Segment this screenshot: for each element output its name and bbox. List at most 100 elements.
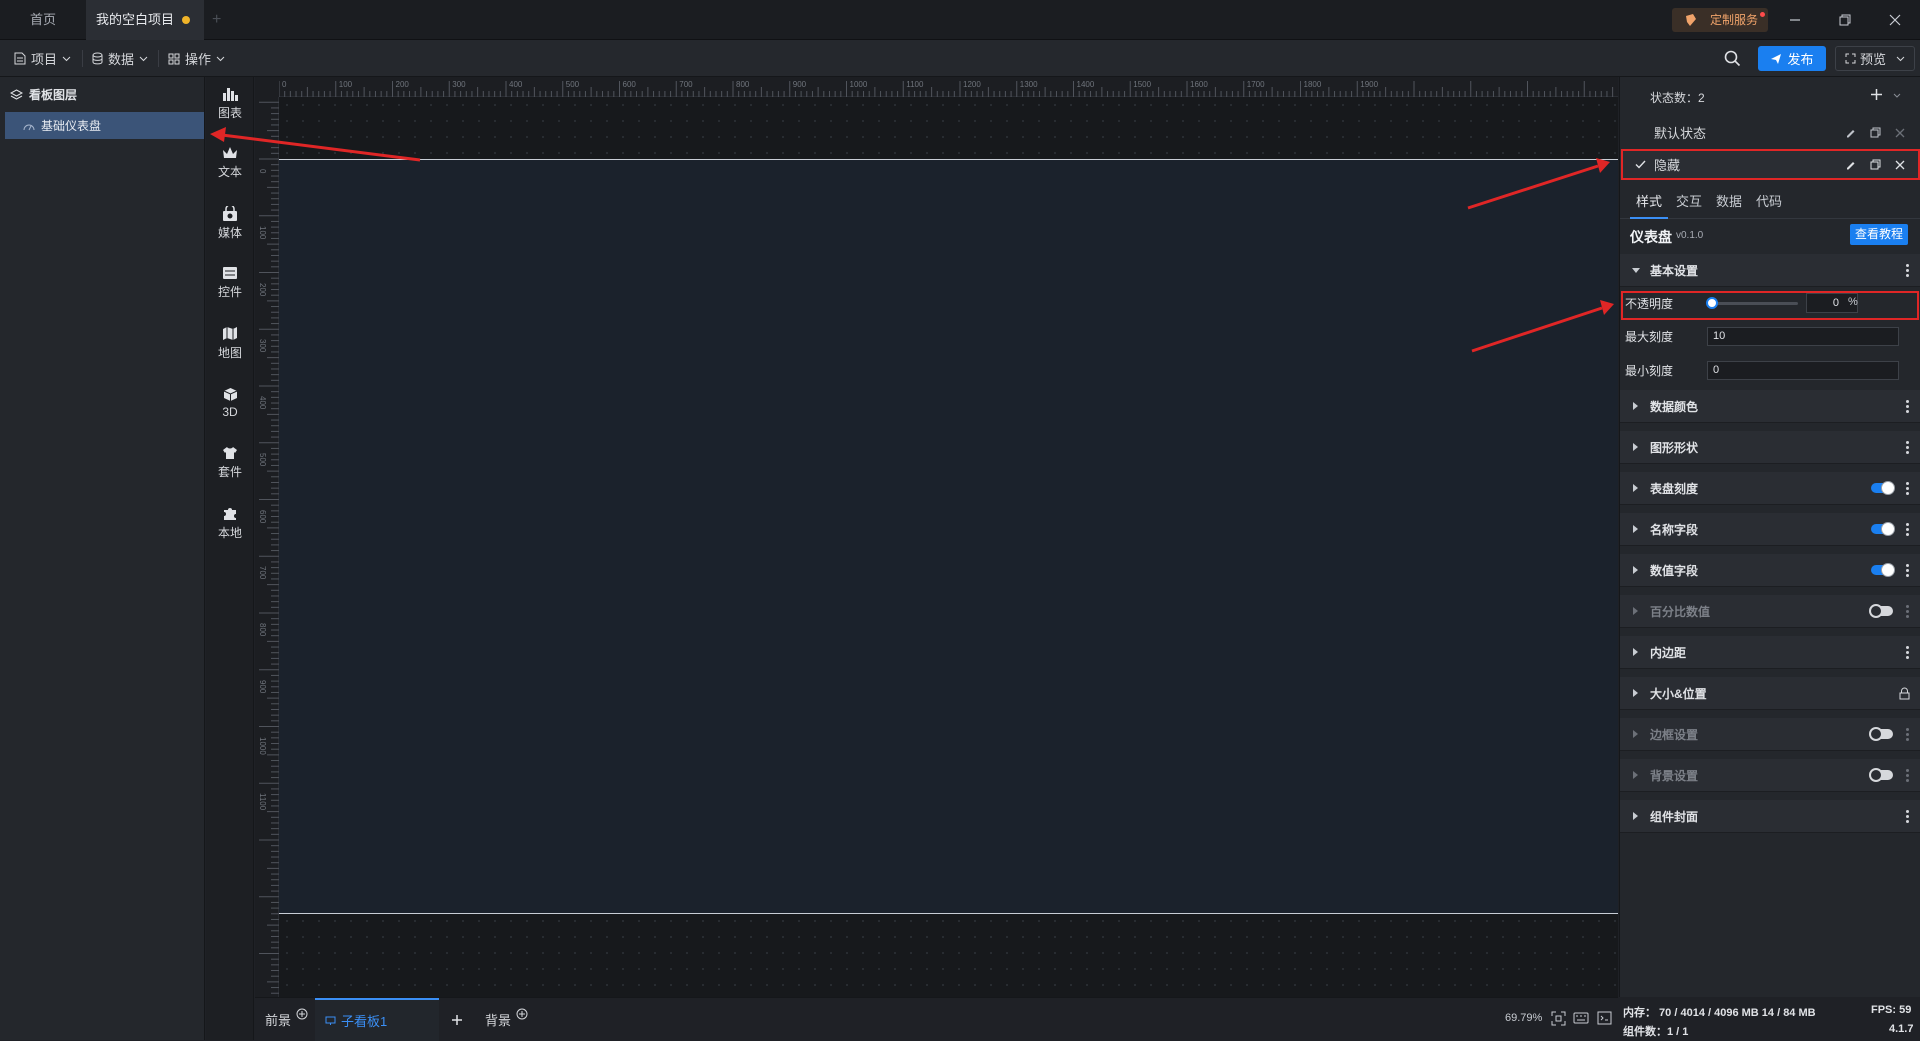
canvas-area[interactable]: 0 100 200 300 400 500 600 700 800 900 1000 1100 1200… (255, 77, 1618, 997)
add-board-button[interactable] (451, 998, 463, 1041)
category-text[interactable]: 文本 (206, 137, 254, 189)
tab-home[interactable]: 首页 (0, 0, 86, 40)
add-state-plus-icon[interactable] (1870, 88, 1883, 101)
section-9[interactable]: 边框设置 (1620, 718, 1920, 751)
caret-right-icon (1633, 771, 1638, 779)
tab-interaction[interactable]: 交互 (1676, 187, 1702, 219)
search-icon[interactable] (1724, 50, 1741, 67)
edit-icon[interactable] (1845, 127, 1856, 138)
add-circle-icon[interactable] (516, 1008, 528, 1020)
add-circle-icon[interactable] (296, 1008, 308, 1020)
category-media[interactable]: 媒体 (206, 197, 254, 249)
section-toggle[interactable] (1869, 604, 1893, 618)
category-kit[interactable]: 套件 (206, 437, 254, 489)
keyboard-icon[interactable] (1573, 1012, 1589, 1024)
section-toggle[interactable] (1871, 522, 1895, 536)
section-6[interactable]: 百分比数值 (1620, 595, 1920, 628)
toggle-knob (1869, 768, 1883, 782)
ruler-label: 1400 (1076, 80, 1095, 89)
section-label: 背景设置 (1650, 768, 1699, 783)
category-local[interactable]: 本地 (206, 497, 254, 549)
component-version: v0.1.0 (1676, 230, 1704, 241)
tab-data[interactable]: 数据 (1716, 187, 1742, 219)
more-vertical-icon[interactable] (1906, 727, 1909, 741)
section-toggle[interactable] (1869, 768, 1893, 782)
more-vertical-icon[interactable] (1906, 263, 1909, 277)
ruler-label: 400 (258, 396, 267, 410)
more-vertical-icon[interactable] (1906, 645, 1909, 659)
more-vertical-icon[interactable] (1906, 522, 1909, 536)
state-row-default[interactable]: 默认状态 (1620, 117, 1920, 148)
tab-project-label: 我的空白项目 (96, 12, 175, 27)
fit-screen-icon[interactable] (1551, 1011, 1566, 1026)
custom-service-label: 定制服务 (1710, 13, 1759, 27)
section-toggle[interactable] (1869, 727, 1893, 741)
more-vertical-icon[interactable] (1906, 768, 1909, 782)
close-icon (1889, 14, 1901, 26)
view-tutorial-button[interactable]: 查看教程 (1850, 224, 1908, 245)
tab-sub-board-1[interactable]: 子看板1 (315, 998, 439, 1041)
section-4[interactable]: 名称字段 (1620, 513, 1920, 546)
section-toggle[interactable] (1871, 563, 1895, 577)
section-toggle[interactable] (1871, 481, 1895, 495)
section-11[interactable]: 组件封面 (1620, 800, 1920, 833)
max-scale-row: 最大刻度 10 (1620, 322, 1920, 350)
publish-button[interactable]: 发布 (1758, 46, 1826, 71)
section-2[interactable]: 图形形状 (1620, 431, 1920, 464)
more-vertical-icon[interactable] (1906, 440, 1909, 454)
minimize-button[interactable] (1772, 0, 1818, 40)
max-scale-input[interactable]: 10 (1707, 327, 1899, 346)
tab-code[interactable]: 代码 (1756, 187, 1782, 219)
terminal-icon[interactable] (1597, 1011, 1612, 1025)
section-3[interactable]: 表盘刻度 (1620, 472, 1920, 505)
close-window-button[interactable] (1872, 0, 1918, 40)
ruler-label: 1100 (906, 80, 924, 89)
caret-right-icon (1633, 402, 1638, 410)
new-tab-plus-icon[interactable]: + (212, 12, 221, 28)
category-chart[interactable]: 图表 (206, 77, 254, 129)
ruler-label: 1800 (1303, 80, 1322, 89)
section-7[interactable]: 内边距 (1620, 636, 1920, 669)
caret-down-icon (1632, 267, 1640, 273)
grid-icon (168, 53, 180, 65)
database-icon (92, 52, 103, 65)
more-vertical-icon[interactable] (1906, 481, 1909, 495)
section-label: 数据颜色 (1650, 399, 1699, 414)
close-icon[interactable] (1895, 128, 1905, 138)
more-vertical-icon[interactable] (1906, 563, 1909, 577)
more-vertical-icon[interactable] (1906, 604, 1909, 618)
tab-foreground[interactable]: 前景 (265, 998, 308, 1041)
section-label: 组件封面 (1650, 809, 1699, 824)
dashboard-board[interactable] (279, 159, 1618, 914)
zoom-level[interactable]: 69.79% (1505, 1012, 1542, 1024)
menu-operation[interactable]: 操作 (168, 40, 225, 77)
tab-project[interactable]: 我的空白项目 (86, 0, 204, 40)
chevron-down-icon[interactable] (1893, 93, 1901, 98)
section-5[interactable]: 数值字段 (1620, 554, 1920, 587)
tab-background[interactable]: 背景 (485, 998, 528, 1041)
tab-style[interactable]: 样式 (1630, 187, 1668, 219)
category-3d[interactable]: 3D (206, 377, 254, 429)
category-control[interactable]: 控件 (206, 257, 254, 309)
caret-right-icon (1633, 648, 1638, 656)
section-10[interactable]: 背景设置 (1620, 759, 1920, 792)
layer-item-gauge[interactable]: 基础仪表盘 (5, 112, 204, 139)
min-scale-input[interactable]: 0 (1707, 361, 1899, 380)
section-basic-settings[interactable]: 基本设置 (1620, 254, 1920, 287)
category-map[interactable]: 地图 (206, 317, 254, 369)
section-1[interactable]: 数据颜色 (1620, 390, 1920, 423)
map-icon (222, 326, 238, 341)
more-vertical-icon[interactable] (1906, 809, 1909, 823)
custom-service-button[interactable]: 定制服务 (1672, 8, 1768, 32)
menu-data[interactable]: 数据 (92, 40, 148, 77)
toggle-knob (1881, 481, 1895, 495)
copy-icon[interactable] (1870, 127, 1881, 138)
menu-project[interactable]: 项目 (14, 40, 71, 77)
restore-button[interactable] (1822, 0, 1868, 40)
section-8[interactable]: 大小&位置 (1620, 677, 1920, 710)
more-vertical-icon[interactable] (1906, 399, 1909, 413)
custom-service-icon (1684, 13, 1698, 27)
preview-button[interactable]: 预览 (1835, 46, 1915, 71)
ruler-label: 1000 (849, 80, 868, 89)
lock-icon[interactable] (1899, 687, 1910, 700)
